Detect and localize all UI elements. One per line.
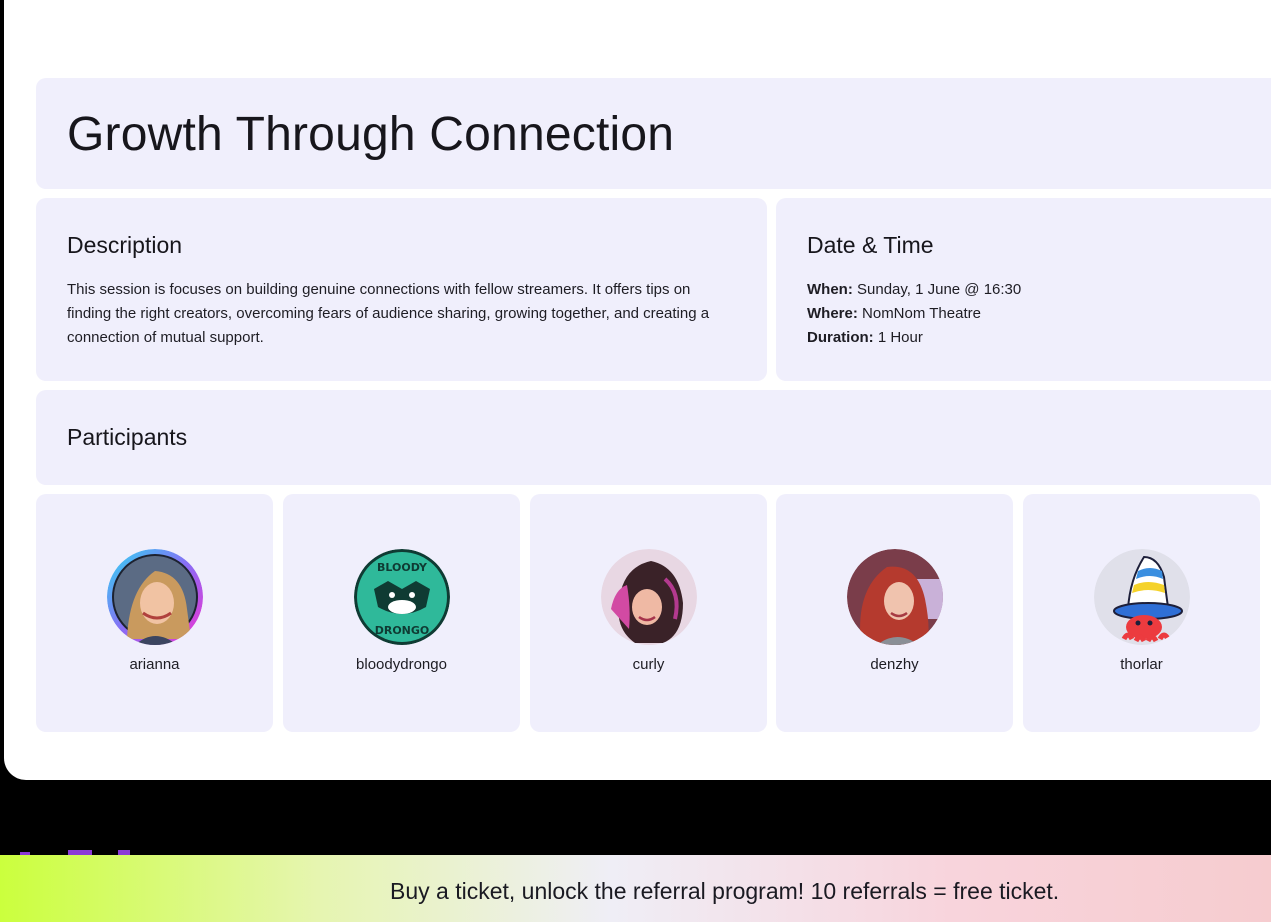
participants-panel: Participants [36,390,1271,485]
avatar-text-bottom: DRONGO [375,624,430,637]
participant-name: bloodydrongo [356,656,447,673]
participants-heading: Participants [67,424,188,450]
promo-banner[interactable]: Buy a ticket, unlock the referral progra… [0,855,1271,922]
description-heading: Description [67,232,183,258]
participant-card-bloodydrongo[interactable]: BLOODY DRONGO bloodydrongo [283,494,520,732]
participant-name: denzhy [870,656,919,673]
avatar-text-top: BLOODY [377,561,428,574]
when-label: When: [807,281,853,298]
date-time-heading: Date & Time [807,232,934,258]
date-time-panel: Date & Time When: Sunday, 1 June @ 16:30… [776,198,1271,381]
duration-row: Duration: 1 Hour [807,326,1021,350]
date-time-details: When: Sunday, 1 June @ 16:30 Where: NomN… [807,278,1021,350]
duration-value: 1 Hour [877,329,923,346]
promo-text: Buy a ticket, unlock the referral progra… [390,878,1060,904]
participant-card-arianna[interactable]: arianna [36,494,273,732]
title-panel: Growth Through Connection [36,78,1271,189]
participant-card-denzhy[interactable]: denzhy [776,494,1013,732]
participant-card-thorlar[interactable]: thorlar [1023,494,1260,732]
participant-name: arianna [129,656,180,673]
where-value: NomNom Theatre [862,305,981,322]
when-row: When: Sunday, 1 June @ 16:30 [807,278,1021,302]
avatar: BLOODY DRONGO [354,549,450,645]
when-value: Sunday, 1 June @ 16:30 [857,281,1022,298]
participant-name: thorlar [1120,656,1163,673]
avatar [847,549,943,645]
description-panel: Description This session is focuses on b… [36,198,767,381]
participant-name: curly [632,656,665,673]
avatar [107,549,203,645]
description-text: This session is focuses on building genu… [67,281,710,346]
where-label: Where: [807,305,858,322]
where-row: Where: NomNom Theatre [807,302,1021,326]
avatar [1094,549,1190,645]
participant-card-curly[interactable]: curly [530,494,767,732]
avatar [601,549,697,645]
page-title: Growth Through Connection [67,108,675,161]
duration-label: Duration: [807,329,874,346]
